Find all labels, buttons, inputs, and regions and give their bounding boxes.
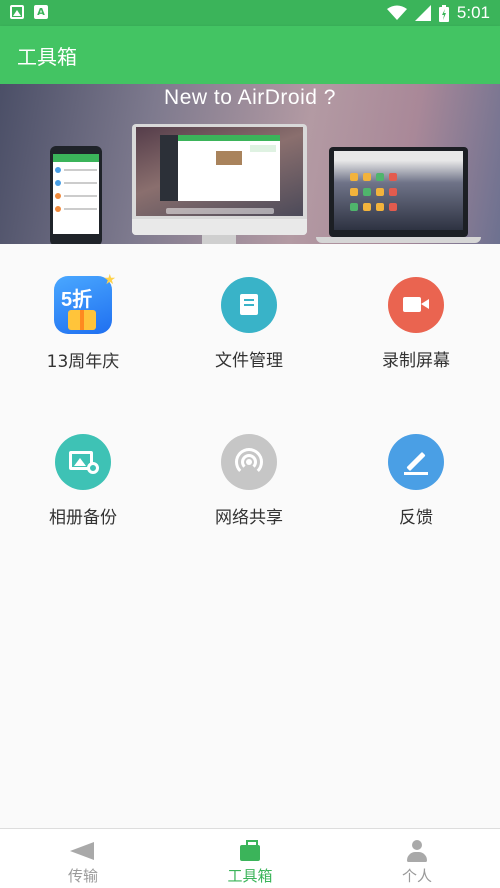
send-plane-icon — [70, 839, 96, 863]
nav-item-transfer[interactable]: 传输 — [0, 829, 166, 888]
status-bar: A 5:01 — [0, 0, 500, 26]
tool-file-manager[interactable]: 文件管理 — [166, 277, 332, 371]
nav-item-toolbox[interactable]: 工具箱 — [167, 829, 333, 888]
banner-title: New to AirDroid ? — [164, 86, 336, 109]
image-notification-icon — [10, 5, 24, 19]
promo-5-discount-icon: 5折 ★ — [54, 272, 116, 334]
tool-feedback[interactable]: 反馈 — [333, 434, 499, 528]
tool-label: 相册备份 — [49, 508, 117, 528]
wifi-icon — [386, 5, 407, 20]
tool-anniversary-promo[interactable]: 5折 ★ 13周年庆 — [0, 272, 166, 372]
person-icon — [404, 839, 430, 863]
status-time: 5:01 — [456, 3, 490, 22]
tool-label: 文件管理 — [215, 351, 283, 371]
banner-desktop-illustration — [132, 124, 307, 235]
cellular-signal-icon — [414, 5, 431, 21]
bottom-navigation: 传输 工具箱 个人 — [0, 828, 500, 888]
tool-photo-backup[interactable]: 相册备份 — [0, 434, 166, 528]
network-share-icon — [221, 434, 277, 490]
banner-phone-illustration — [50, 146, 102, 244]
screen-record-icon — [388, 277, 444, 333]
promo-banner[interactable]: New to AirDroid ? — [0, 84, 500, 244]
tool-label: 13周年庆 — [46, 352, 120, 372]
toolbox-icon — [237, 839, 263, 863]
feedback-icon — [388, 434, 444, 490]
nav-item-profile[interactable]: 个人 — [334, 829, 500, 888]
nav-label: 个人 — [401, 867, 432, 885]
tool-label: 网络共享 — [215, 508, 283, 528]
banner-laptop-base — [316, 237, 481, 243]
nav-label: 工具箱 — [227, 867, 273, 885]
tool-label: 录制屏幕 — [382, 351, 450, 371]
tool-screen-record[interactable]: 录制屏幕 — [333, 277, 499, 371]
app-bar: 工具箱 — [0, 26, 500, 84]
banner-desktop-stand — [202, 235, 236, 244]
nav-label: 传输 — [67, 867, 98, 885]
tool-label: 反馈 — [399, 508, 433, 528]
a-notification-icon: A — [34, 5, 48, 19]
page-title: 工具箱 — [17, 45, 77, 69]
file-manager-icon — [221, 277, 277, 333]
photo-backup-icon — [55, 434, 111, 490]
battery-charging-icon — [438, 4, 449, 22]
banner-laptop-illustration — [329, 147, 468, 237]
tool-network-share[interactable]: 网络共享 — [166, 434, 332, 528]
